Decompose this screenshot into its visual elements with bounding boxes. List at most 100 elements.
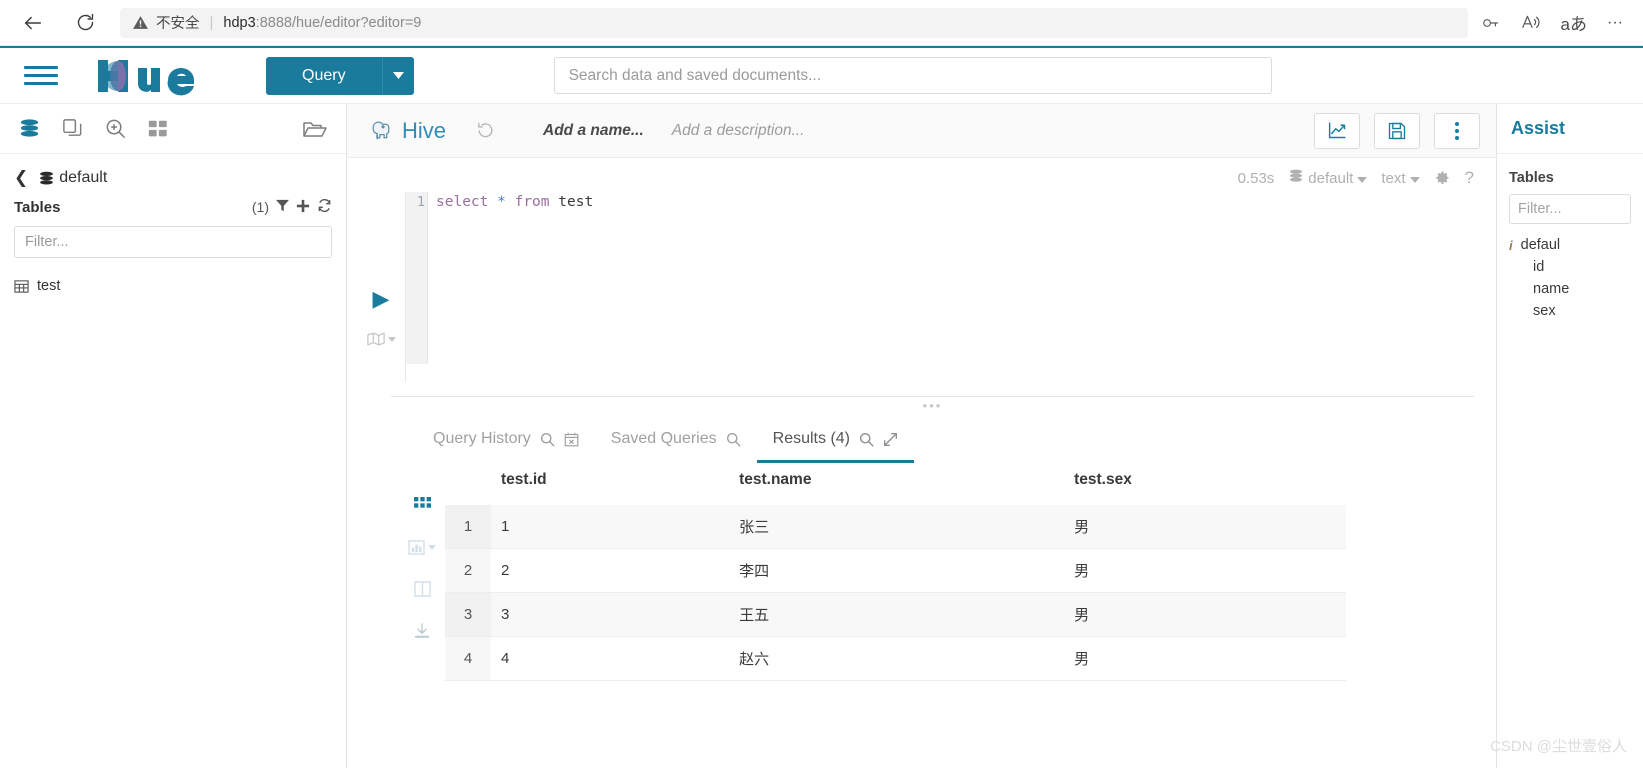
save-icon[interactable]: [1374, 112, 1420, 149]
kebab-menu-icon[interactable]: [1434, 112, 1480, 149]
open-folder-icon[interactable]: [302, 118, 328, 140]
results-view-toolbar: [399, 463, 445, 681]
right-tables-label: Tables: [1509, 170, 1554, 186]
database-breadcrumb[interactable]: ❮ default: [0, 154, 346, 194]
history-revert-icon[interactable]: [476, 121, 495, 140]
hue-logo[interactable]: [94, 54, 212, 98]
caret-down-icon: [1357, 170, 1368, 187]
editor-left-gutter: ▶: [357, 192, 405, 382]
sql-token-table: test: [558, 194, 594, 210]
format-selector[interactable]: text: [1381, 170, 1420, 187]
query-description-input[interactable]: Add a description...: [672, 122, 805, 140]
more-options-icon[interactable]: ···: [1607, 14, 1623, 32]
address-url-host: hdp3: [223, 14, 256, 31]
download-icon[interactable]: [414, 623, 430, 639]
cell-name: 张三: [729, 505, 1065, 549]
query-button[interactable]: Query: [266, 56, 382, 95]
table-row[interactable]: 4 4 赵六 男: [445, 636, 1346, 681]
search-icon[interactable]: [726, 432, 741, 447]
right-assist-tree: i defaul id name sex: [1509, 234, 1631, 322]
right-filter-input[interactable]: Filter...: [1509, 194, 1631, 224]
documents-icon[interactable]: [61, 117, 84, 140]
tables-filter-input[interactable]: Filter...: [14, 226, 332, 258]
play-triangle-icon[interactable]: ▶: [373, 288, 390, 310]
grid-view-icon[interactable]: [413, 497, 431, 514]
cell-rownum: 1: [445, 505, 491, 549]
hive-elephant-icon: [369, 118, 394, 143]
plus-icon[interactable]: [296, 199, 310, 216]
table-list-item[interactable]: test: [0, 268, 346, 304]
code-editor-area[interactable]: 1 select * from test: [405, 192, 1496, 382]
results-tab-bar: Query History Saved Queries Results (4): [347, 414, 1496, 463]
engine-selector[interactable]: Hive: [369, 118, 446, 144]
reload-button[interactable]: [66, 4, 104, 42]
search-icon[interactable]: [859, 432, 874, 447]
database-selector[interactable]: default: [1288, 168, 1368, 188]
address-bar[interactable]: 不安全 | hdp3:8888/hue/editor?editor=9: [120, 7, 1468, 38]
tree-root-item[interactable]: i defaul: [1509, 234, 1631, 256]
col-test-id[interactable]: test.id: [491, 463, 729, 505]
filter-icon[interactable]: [276, 199, 289, 215]
chart-view-icon[interactable]: [408, 540, 436, 555]
gear-icon[interactable]: [1434, 170, 1451, 187]
hamburger-menu-icon[interactable]: [24, 61, 58, 90]
col-test-sex[interactable]: test.sex: [1064, 463, 1346, 505]
results-table-wrapper: test.id test.name test.sex 1 1 张三 男 2 2 …: [445, 463, 1496, 681]
table-row[interactable]: 3 3 王五 男: [445, 592, 1346, 637]
results-table: test.id test.name test.sex 1 1 张三 男 2 2 …: [445, 463, 1346, 681]
address-url-path: :8888/hue/editor?editor=9: [255, 14, 422, 31]
query-name-input[interactable]: Add a name...: [543, 122, 644, 140]
read-aloud-icon[interactable]: [1520, 12, 1541, 33]
browser-toolbar: 不安全 | hdp3:8888/hue/editor?editor=9 aあ ·…: [0, 0, 1643, 46]
database-icon[interactable]: [18, 117, 41, 140]
col-rownum: [445, 463, 491, 505]
search-zoom-icon[interactable]: [104, 117, 127, 140]
database-icon: [38, 170, 55, 187]
line-number: 1: [406, 192, 428, 364]
tree-root-label: defaul: [1520, 237, 1561, 253]
results-body: test.id test.name test.sex 1 1 张三 男 2 2 …: [347, 463, 1496, 681]
table-row[interactable]: 1 1 张三 男: [445, 505, 1346, 549]
address-separator: |: [209, 14, 214, 31]
refresh-icon[interactable]: [317, 198, 332, 216]
col-test-name[interactable]: test.name: [729, 463, 1064, 505]
table-row[interactable]: 2 2 李四 男: [445, 548, 1346, 593]
chart-icon[interactable]: [1314, 112, 1360, 149]
left-assist-panel: ❮ default Tables (1) Filter... test: [0, 104, 347, 768]
caret-down-icon: [1409, 170, 1420, 187]
tree-column-sex[interactable]: sex: [1509, 300, 1631, 322]
query-dropdown-caret-icon[interactable]: [381, 56, 414, 95]
database-selector-label: default: [1308, 169, 1354, 187]
sql-token-star: *: [497, 194, 506, 210]
engine-name: Hive: [402, 117, 447, 143]
columns-view-icon[interactable]: [413, 581, 431, 597]
expand-icon[interactable]: [883, 432, 898, 447]
map-icon[interactable]: [366, 332, 396, 346]
question-mark-icon[interactable]: ?: [1465, 168, 1474, 188]
tree-column-id[interactable]: id: [1509, 256, 1631, 278]
tab-query-history[interactable]: Query History: [417, 422, 595, 463]
address-url: hdp3:8888/hue/editor?editor=9: [223, 15, 421, 31]
cell-name: 赵六: [729, 636, 1065, 681]
hue-header: Query Search data and saved documents...: [0, 46, 1643, 104]
tree-column-label: id: [1533, 259, 1545, 275]
translate-icon[interactable]: aあ: [1561, 10, 1587, 35]
global-search-input[interactable]: Search data and saved documents...: [553, 57, 1272, 94]
editor-header: Hive Add a name... Add a description...: [347, 104, 1496, 158]
sql-code[interactable]: select * from test: [428, 192, 593, 382]
tree-column-name[interactable]: name: [1509, 278, 1631, 300]
page-root: 不安全 | hdp3:8888/hue/editor?editor=9 aあ ·…: [0, 0, 1643, 768]
search-icon[interactable]: [540, 432, 555, 447]
tab-saved-queries[interactable]: Saved Queries: [595, 422, 757, 463]
calendar-clear-icon[interactable]: [564, 432, 579, 447]
info-icon[interactable]: i: [1509, 238, 1513, 253]
apps-grid-icon[interactable]: [147, 118, 169, 140]
tab-results[interactable]: Results (4): [756, 422, 914, 463]
key-icon[interactable]: [1480, 13, 1500, 33]
editor-results-splitter[interactable]: •••: [391, 396, 1474, 414]
chevron-left-icon[interactable]: ❮: [14, 168, 28, 188]
right-assist-panel: Assist Tables Filter... i defaul id name: [1496, 104, 1643, 768]
table-name: test: [37, 278, 61, 294]
back-button[interactable]: [14, 4, 52, 42]
cell-id: 3: [491, 592, 730, 637]
